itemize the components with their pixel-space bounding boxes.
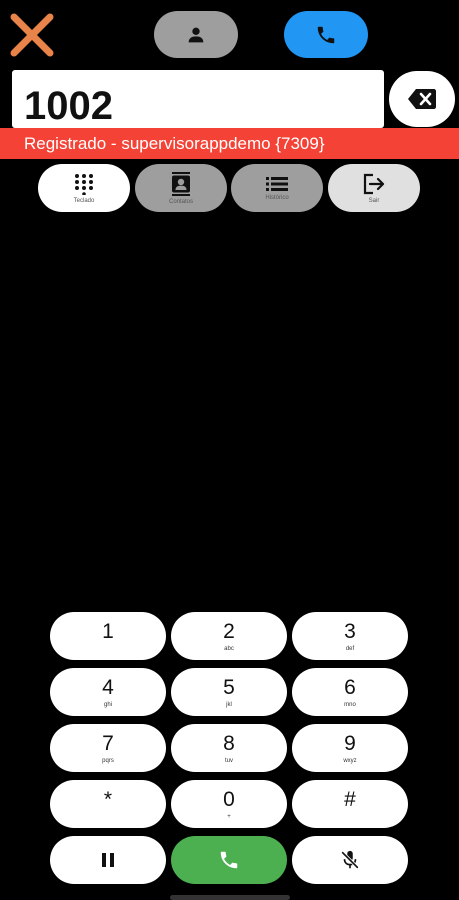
key-0[interactable]: 0 +	[171, 780, 287, 828]
registration-status-banner: Registrado - supervisorappdemo {7309}	[0, 128, 459, 159]
key-digit: 9	[344, 731, 356, 755]
key-digit: 3	[344, 619, 356, 643]
tab-contacts[interactable]: Contatos	[135, 164, 227, 212]
key-8[interactable]: 8 tuv	[171, 724, 287, 772]
backspace-icon	[408, 89, 436, 109]
close-button[interactable]	[8, 11, 56, 59]
pause-icon	[102, 853, 114, 867]
key-letters: def	[345, 645, 355, 652]
phone-icon	[317, 26, 335, 43]
tab-history-label: Histórico	[265, 194, 289, 201]
mute-button[interactable]	[292, 836, 408, 884]
call-button[interactable]	[171, 836, 287, 884]
tab-logout[interactable]: Sair	[328, 164, 420, 212]
key-letters: abc	[224, 645, 234, 652]
key-digit: 4	[102, 675, 114, 699]
key-5[interactable]: 5 jkl	[171, 668, 287, 716]
key-hash[interactable]: #	[292, 780, 408, 828]
key-1[interactable]: 1	[50, 612, 166, 660]
contact-button[interactable]	[154, 11, 238, 58]
key-letters: wxyz	[343, 757, 357, 764]
tab-contacts-label: Contatos	[168, 198, 193, 205]
key-digit: 2	[223, 619, 235, 643]
key-9[interactable]: 9 wxyz	[292, 724, 408, 772]
phone-icon	[220, 851, 238, 869]
key-digit: 1	[102, 619, 114, 643]
key-letters: mno	[344, 701, 356, 708]
key-letters: tuv	[224, 757, 233, 764]
key-2[interactable]: 2 abc	[171, 612, 287, 660]
key-7[interactable]: 7 pqrs	[50, 724, 166, 772]
tab-logout-label: Sair	[368, 197, 380, 204]
softphone-screen: 1002 Registrado - supervisorappdemo {730…	[0, 0, 459, 900]
backspace-button[interactable]	[389, 71, 455, 127]
status-text: Registrado - supervisorappdemo {7309}	[24, 133, 325, 153]
key-star[interactable]: *	[50, 780, 166, 828]
key-digit: 7	[102, 731, 114, 755]
dialed-number: 1002	[24, 84, 113, 128]
home-indicator	[170, 895, 290, 900]
hold-button[interactable]	[50, 836, 166, 884]
key-digit: 6	[344, 675, 356, 699]
key-letters: jkl	[226, 701, 232, 708]
dialpad-icon	[75, 173, 93, 195]
key-digit: 8	[223, 731, 235, 755]
tab-history[interactable]: Histórico	[231, 164, 323, 212]
key-digit: 0	[223, 787, 235, 811]
key-digit: *	[103, 787, 113, 811]
key-4[interactable]: 4 ghi	[50, 668, 166, 716]
contacts-icon	[172, 171, 190, 196]
key-6[interactable]: 6 mno	[292, 668, 408, 716]
tab-keypad-label: Teclado	[73, 197, 95, 204]
close-x-icon	[10, 13, 54, 57]
list-icon	[266, 176, 288, 191]
dialed-number-field[interactable]: 1002	[12, 70, 384, 128]
tab-keypad[interactable]: Teclado	[38, 164, 130, 212]
logout-icon	[363, 173, 385, 194]
key-digit: #	[344, 787, 356, 811]
key-digit: 5	[223, 675, 235, 699]
person-icon	[188, 27, 204, 42]
key-letters: ghi	[103, 701, 112, 708]
call-top-button[interactable]	[284, 11, 368, 58]
key-letters: +	[227, 813, 231, 820]
key-letters: pqrs	[102, 757, 114, 764]
key-3[interactable]: 3 def	[292, 612, 408, 660]
mic-off-icon	[341, 850, 359, 869]
